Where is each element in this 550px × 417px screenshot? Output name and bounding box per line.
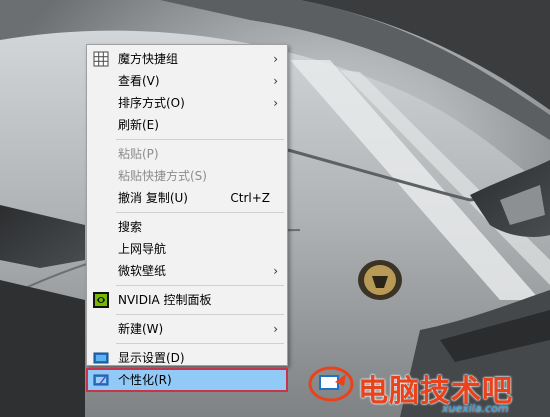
nvidia-icon (93, 292, 109, 308)
menu-item-label: 个性化(R) (118, 373, 172, 387)
watermark-logo-icon (308, 366, 354, 402)
submenu-arrow-icon: › (273, 264, 278, 278)
menu-separator (116, 139, 284, 140)
submenu-arrow-icon: › (273, 52, 278, 66)
menu-item-undo-copy[interactable]: 撤消 复制(U) Ctrl+Z (87, 187, 287, 209)
menu-separator (116, 285, 284, 286)
menu-item-paste: 粘贴(P) (87, 143, 287, 165)
menu-item-label: 魔方快捷组 (118, 52, 179, 66)
site-watermark: 电脑技术吧 xuexila.com (306, 362, 550, 417)
menu-item-display-settings[interactable]: 显示设置(D) (87, 347, 287, 369)
grid-icon (93, 51, 109, 67)
menu-separator (116, 314, 284, 315)
watermark-url: xuexila.com (442, 402, 509, 415)
menu-item-label: 上网导航 (118, 242, 167, 256)
display-icon (93, 352, 109, 364)
menu-item-view[interactable]: 查看(V) › (87, 70, 287, 92)
personalize-icon (93, 374, 109, 386)
submenu-arrow-icon: › (273, 74, 278, 88)
menu-item-nvidia-control-panel[interactable]: NVIDIA 控制面板 (87, 289, 287, 311)
menu-item-label: 显示设置(D) (118, 351, 185, 365)
desktop-context-menu: 魔方快捷组 › 查看(V) › 排序方式(O) › 刷新(E) 粘贴(P) 粘贴… (86, 44, 288, 392)
menu-item-web-navigation[interactable]: 上网导航 (87, 238, 287, 260)
menu-separator (116, 343, 284, 344)
menu-item-label: 粘贴快捷方式(S) (118, 169, 207, 183)
submenu-arrow-icon: › (273, 96, 278, 110)
menu-item-label: 撤消 复制(U) (118, 191, 188, 205)
menu-item-label: 排序方式(O) (118, 96, 185, 110)
menu-item-paste-shortcut: 粘贴快捷方式(S) (87, 165, 287, 187)
menu-item-label: 新建(W) (118, 322, 164, 336)
menu-item-refresh[interactable]: 刷新(E) (87, 114, 287, 136)
menu-separator (116, 212, 284, 213)
menu-item-shortcut: Ctrl+Z (230, 191, 270, 205)
menu-item-label: 微软壁纸 (118, 264, 167, 278)
menu-item-label: 搜索 (118, 220, 143, 234)
menu-item-label: 粘贴(P) (118, 147, 159, 161)
menu-item-new[interactable]: 新建(W) › (87, 318, 287, 340)
menu-item-microsoft-wallpaper[interactable]: 微软壁纸 › (87, 260, 287, 282)
menu-item-sort-by[interactable]: 排序方式(O) › (87, 92, 287, 114)
menu-item-personalize[interactable]: 个性化(R) (86, 368, 288, 392)
submenu-arrow-icon: › (273, 322, 278, 336)
menu-item-label: 查看(V) (118, 74, 160, 88)
menu-item-label: NVIDIA 控制面板 (118, 293, 212, 307)
menu-item-magic-cube-shortcuts[interactable]: 魔方快捷组 › (87, 48, 287, 70)
menu-item-search[interactable]: 搜索 (87, 216, 287, 238)
menu-item-label: 刷新(E) (118, 118, 159, 132)
